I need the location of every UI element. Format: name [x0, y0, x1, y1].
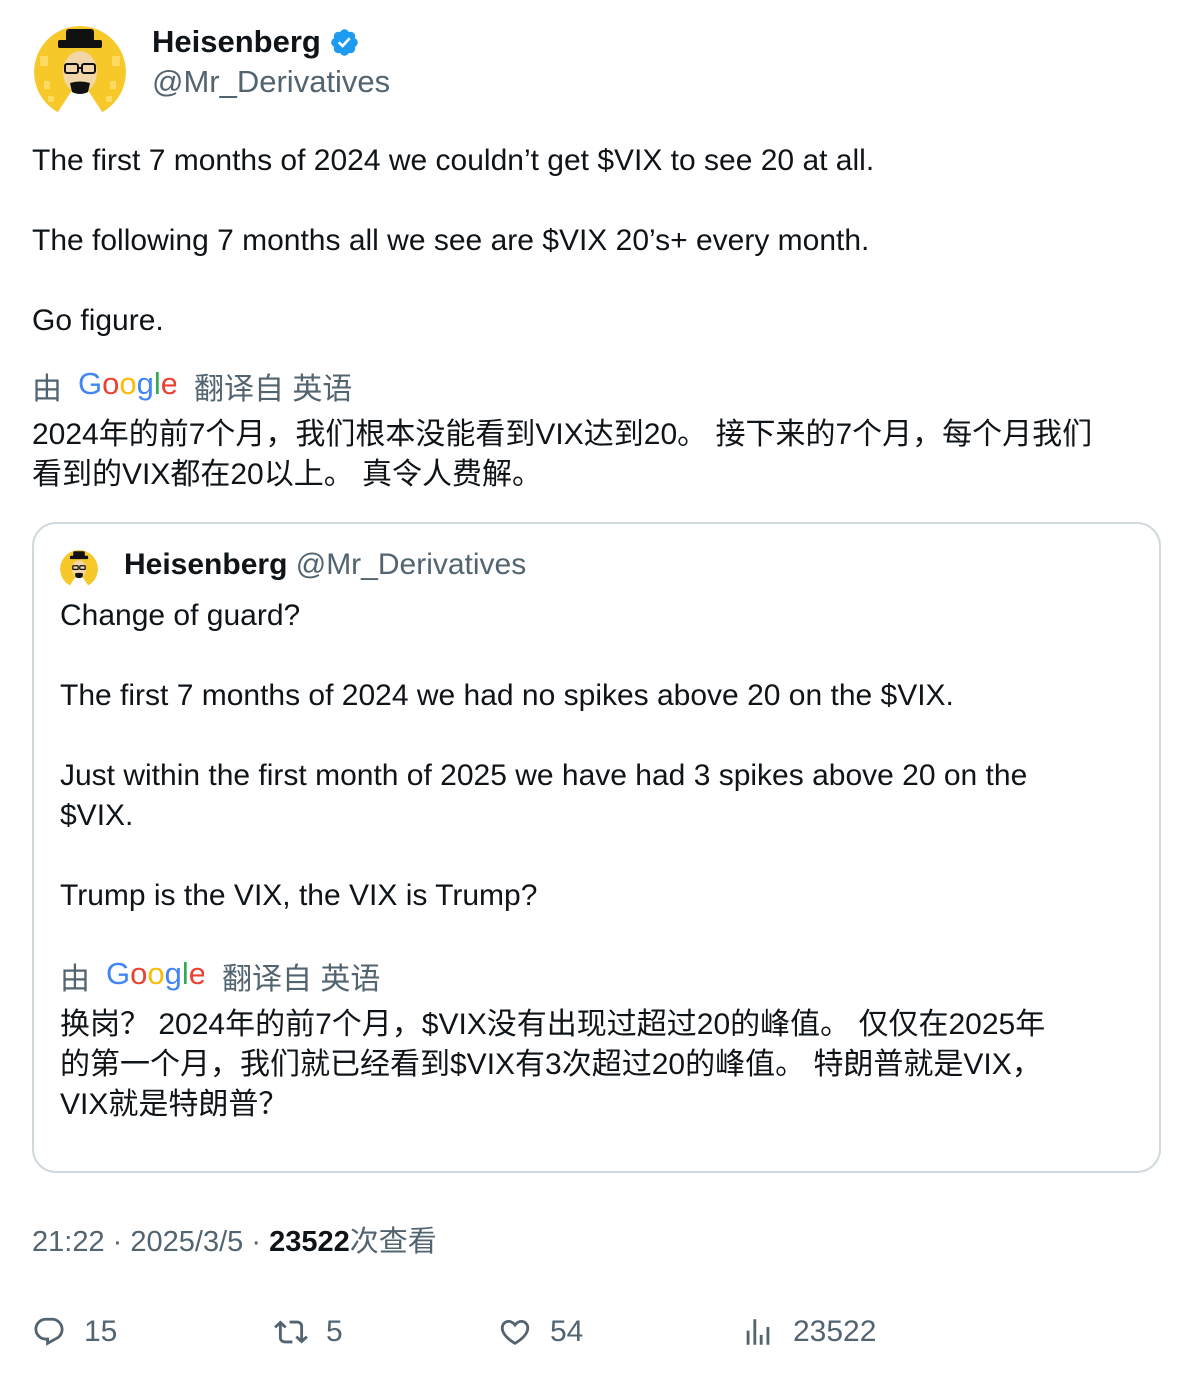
translation-line: 看到的VIX都在20以上。 真令人费解。: [32, 458, 543, 491]
quoted-paragraph: Change of guard?: [60, 599, 301, 632]
translation-line: 2024年的前7个月，我们根本没能看到VIX达到20。 接下来的7个月，每个月我…: [32, 418, 1093, 451]
repost-button[interactable]: 5: [274, 1310, 343, 1354]
like-button[interactable]: 54: [498, 1310, 583, 1354]
tweet-meta: 21:22 · 2025/3/5 · 23522次查看: [32, 1222, 437, 1262]
repost-count: 5: [326, 1315, 343, 1348]
translation-line: 换岗？ 2024年的前7个月，$VIX没有出现过超过20的峰值。 仅仅在2025…: [60, 1008, 1046, 1041]
tweet-body: The first 7 months of 2024 we couldn’t g…: [32, 141, 1172, 341]
author-avatar[interactable]: [34, 26, 126, 118]
author-name[interactable]: Heisenberg: [152, 22, 321, 62]
tweet-paragraph: Go figure.: [32, 304, 164, 337]
quoted-author-row[interactable]: Heisenberg @Mr_Derivatives: [124, 545, 526, 585]
quoted-paragraph: The first 7 months of 2024 we had no spi…: [60, 679, 954, 712]
views-action-count: 23522: [793, 1315, 877, 1348]
author-handle[interactable]: @Mr_Derivatives: [152, 62, 390, 102]
like-count: 54: [550, 1315, 584, 1348]
tweet-paragraph: The following 7 months all we see are $V…: [32, 224, 870, 257]
quoted-paragraph: Just within the first month of 2025 we h…: [60, 759, 1028, 792]
translated-by-label: 由: [60, 962, 90, 996]
meta-separator: ·: [112, 1226, 123, 1258]
quoted-author-handle: @Mr_Derivatives: [295, 548, 527, 581]
tweet-date[interactable]: 2025/3/5: [130, 1226, 243, 1258]
quoted-tweet-body: Change of guard? The first 7 months of 2…: [60, 596, 1130, 916]
google-logo: Google: [78, 366, 178, 412]
views-button[interactable]: 23522: [741, 1310, 876, 1354]
heart-icon: [500, 1319, 530, 1345]
reply-button[interactable]: 15: [32, 1310, 117, 1354]
verified-badge-icon: [329, 27, 360, 58]
meta-separator: ·: [251, 1226, 261, 1258]
action-bar: 15 5 54 23522: [0, 1310, 1196, 1354]
translated-by-label: 由: [32, 372, 62, 406]
analytics-icon: [746, 1319, 770, 1345]
translation-line: 的第一个月，我们就已经看到$VIX有3次超过20的峰值。 特朗普就是VIX，: [60, 1048, 1042, 1081]
repost-icon: [274, 1320, 308, 1344]
translated-from-label: 翻译自 英语: [194, 372, 353, 406]
quoted-author-name: Heisenberg: [124, 548, 288, 581]
svg-text:Google: Google: [78, 367, 176, 401]
google-logo: Google: [106, 956, 206, 1002]
quoted-paragraph: $VIX.: [60, 799, 134, 832]
translation-text: 2024年的前7个月，我们根本没能看到VIX达到20。 接下来的7个月，每个月我…: [32, 415, 1172, 495]
views-count: 23522: [269, 1226, 350, 1258]
quoted-translation-attribution[interactable]: 由 Google 翻译自 英语: [60, 956, 381, 1002]
reply-count: 15: [84, 1315, 118, 1348]
svg-text:Google: Google: [106, 957, 204, 991]
tweet-paragraph: The first 7 months of 2024 we couldn’t g…: [32, 144, 875, 177]
views-label: 次查看: [349, 1226, 437, 1258]
tweet-time[interactable]: 21:22: [32, 1226, 105, 1258]
author-name-row[interactable]: Heisenberg: [152, 22, 360, 62]
reply-icon: [34, 1317, 64, 1346]
translation-line: VIX就是特朗普？: [60, 1088, 289, 1121]
quoted-author-avatar[interactable]: [60, 550, 98, 588]
heisenberg-avatar-image: [60, 550, 98, 588]
heisenberg-avatar-image: [34, 26, 126, 118]
translated-from-label: 翻译自 英语: [222, 962, 381, 996]
translation-attribution[interactable]: 由 Google 翻译自 英语: [32, 366, 353, 412]
quoted-paragraph: Trump is the VIX, the VIX is Trump?: [60, 879, 538, 912]
quoted-translation-text: 换岗？ 2024年的前7个月，$VIX没有出现过超过20的峰值。 仅仅在2025…: [60, 1005, 1140, 1125]
quoted-tweet-card[interactable]: Heisenberg @Mr_Derivatives Change of gua…: [32, 522, 1161, 1173]
